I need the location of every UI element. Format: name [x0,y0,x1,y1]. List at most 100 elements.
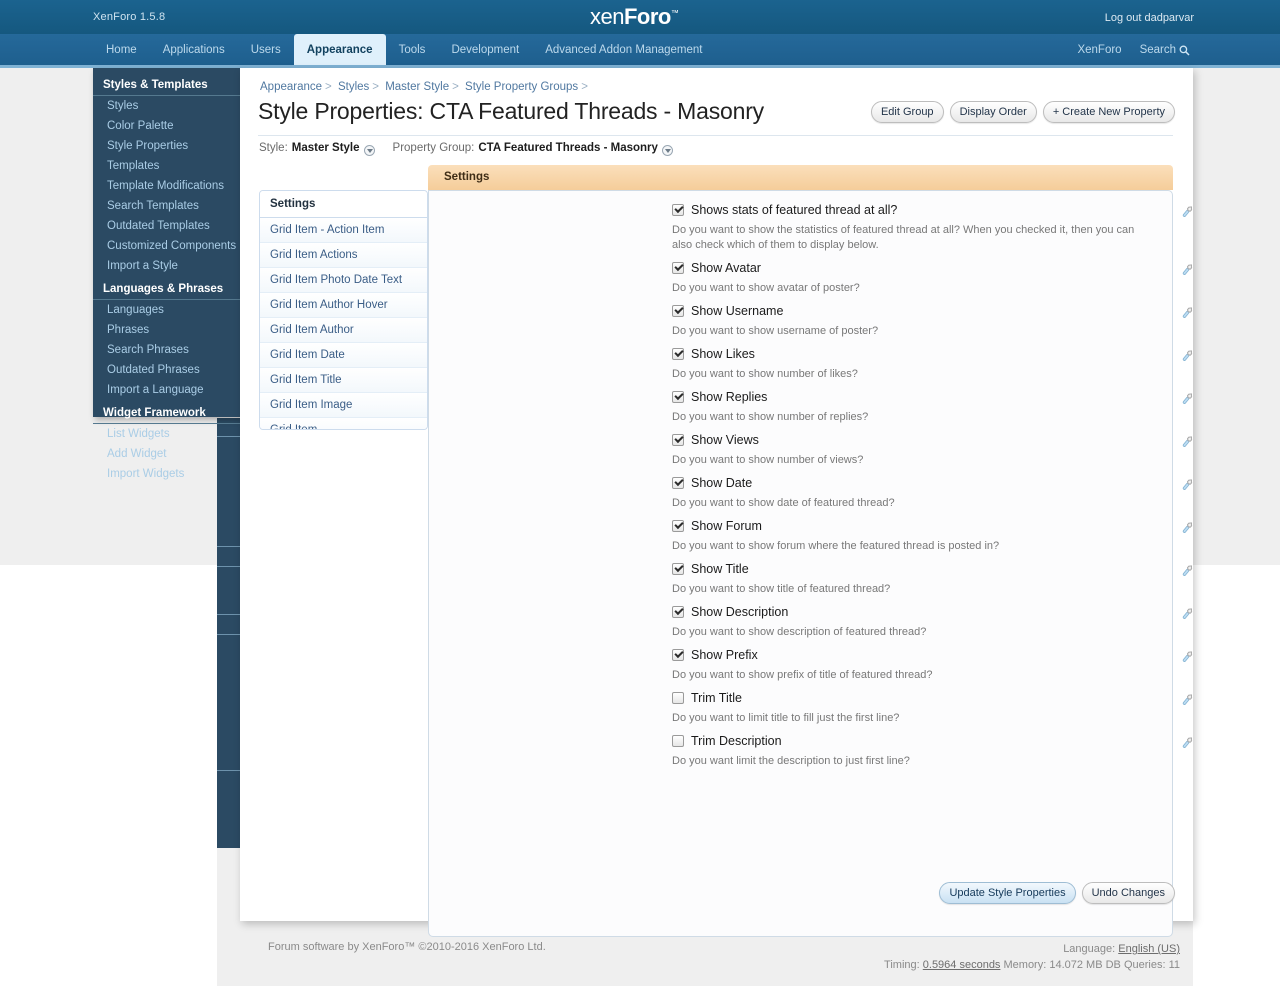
property-checkbox[interactable] [672,477,684,489]
list-item[interactable]: Grid Item Date [260,343,427,368]
nav-tab-applications[interactable]: Applications [150,34,238,65]
sidebar-item-list-widgets[interactable]: List Widgets [93,424,242,444]
sidebar-item-template-modifications[interactable]: Template Modifications [93,176,242,196]
list-item[interactable]: Grid Item [260,418,427,429]
display-order-button[interactable]: Display Order [949,101,1037,123]
screwdriver-icon[interactable] [1180,563,1195,578]
property-description: Do you want to limit title to fill just … [672,712,900,724]
screwdriver-icon[interactable] [1180,520,1195,535]
breadcrumb-item-styles[interactable]: Styles [338,81,369,93]
nav-tab-tools[interactable]: Tools [386,34,439,65]
edit-group-button[interactable]: Edit Group [870,101,944,123]
property-checkbox[interactable] [672,204,684,216]
screwdriver-icon[interactable] [1180,735,1195,750]
sidenav-group-title-languages-phrases: Languages & Phrases [93,279,242,300]
sidebar-item-import-a-style[interactable]: Import a Style [93,256,242,276]
tab-settings[interactable]: Settings [444,171,489,183]
list-item[interactable]: Grid Item Title [260,368,427,393]
sidebar-item-styles[interactable]: Styles [93,96,242,116]
update-style-properties-button[interactable]: Update Style Properties [939,882,1076,904]
property-checkbox[interactable] [672,563,684,575]
property-checkbox[interactable] [672,649,684,661]
list-item[interactable]: Grid Item Author Hover [260,293,427,318]
logo-suffix: Foro [623,4,671,29]
list-item[interactable]: Grid Item - Action Item [260,218,427,243]
sidebar-item-phrases[interactable]: Phrases [93,320,242,340]
undo-changes-button[interactable]: Undo Changes [1081,882,1175,904]
property-checkbox[interactable] [672,391,684,403]
property-checkbox[interactable] [672,520,684,532]
sidebar-item-search-phrases[interactable]: Search Phrases [93,340,242,360]
property-checkbox[interactable] [672,305,684,317]
create-new-property-button[interactable]: + Create New Property [1042,101,1175,123]
screwdriver-icon[interactable] [1180,391,1195,406]
property-label: Show Description [691,605,789,619]
property-checkbox[interactable] [672,692,684,704]
breadcrumb-item-style-property-groups[interactable]: Style Property Groups [465,81,578,93]
property-checkbox[interactable] [672,606,684,618]
sidebar-item-search-templates[interactable]: Search Templates [93,196,242,216]
list-item[interactable]: Grid Item Photo Date Text [260,268,427,293]
footer-language-link[interactable]: English (US) [1118,943,1180,955]
screwdriver-icon[interactable] [1180,262,1195,277]
property-label: Show Prefix [691,648,758,662]
logo-prefix: xen [590,4,624,29]
sidebar-item-color-palette[interactable]: Color Palette [93,116,242,136]
sidebar-item-add-widget[interactable]: Add Widget [93,444,242,464]
style-label: Style: [259,142,288,154]
sidebar-item-import-a-language[interactable]: Import a Language [93,380,242,400]
sidenav-group-title-widget-framework: Widget Framework [93,403,242,424]
property-header: Show Prefix [672,648,1172,662]
sidebar-item-templates[interactable]: Templates [93,156,242,176]
sidebar-item-outdated-phrases[interactable]: Outdated Phrases [93,360,242,380]
screwdriver-icon[interactable] [1180,348,1195,363]
list-item[interactable]: Grid Item Actions [260,243,427,268]
list-item[interactable]: Grid Item Author [260,318,427,343]
nav-tab-home[interactable]: Home [93,34,150,65]
nav-link-xenforo[interactable]: XenForo [1077,44,1121,56]
sidebar-item-style-properties[interactable]: Style Properties [93,136,242,156]
screwdriver-icon[interactable] [1180,649,1195,664]
breadcrumb-separator: > [325,81,332,93]
breadcrumb-item-master-style[interactable]: Master Style [385,81,449,93]
property-checkbox[interactable] [672,348,684,360]
logout-link[interactable]: Log out dadparvar [1105,12,1194,24]
property-checkbox[interactable] [672,262,684,274]
footer-stats: Language: English (US) Timing: 0.5964 se… [884,941,1180,973]
property-description: Do you want limit the description to jus… [672,755,910,767]
screwdriver-icon[interactable] [1180,434,1195,449]
chevron-down-icon[interactable] [661,144,673,156]
property-row: Show Date Do you want to show date of fea… [672,476,1193,519]
nav-tab-users[interactable]: Users [238,34,294,65]
property-checkbox[interactable] [672,735,684,747]
sidebar-item-languages[interactable]: Languages [93,300,242,320]
property-row: Show Likes Do you want to show number of … [672,347,1193,390]
breadcrumb-item-appearance[interactable]: Appearance [260,81,322,93]
property-header: Show Likes [672,347,1172,361]
logo-trademark: ™ [670,8,679,18]
nav-tab-list: Home Applications Users Appearance Tools… [93,34,716,65]
nav-tab-appearance[interactable]: Appearance [293,34,386,65]
screwdriver-icon[interactable] [1180,305,1195,320]
property-row: Trim Title Do you want to limit title to … [672,691,1193,734]
nav-tab-development[interactable]: Development [438,34,532,65]
chevron-down-icon[interactable] [363,144,375,156]
nav-search-label: Search [1139,43,1176,56]
sidebar-item-import-widgets[interactable]: Import Widgets [93,464,242,484]
sidebar-item-customized-components[interactable]: Customized Components [93,236,242,256]
settings-tab-strip: Settings [428,165,1173,190]
nav-link-search[interactable]: Search [1140,44,1190,56]
sidebar-item-outdated-templates[interactable]: Outdated Templates [93,216,242,236]
page-title: Style Properties: CTA Featured Threads -… [258,98,764,124]
list-item[interactable]: Grid Item Image [260,393,427,418]
property-description: Do you want to show number of likes? [672,368,858,380]
property-checkbox[interactable] [672,434,684,446]
property-group-list-header: Settings [260,191,427,218]
screwdriver-icon[interactable] [1180,477,1195,492]
footer-timing-value[interactable]: 0.5964 seconds [923,959,1001,971]
nav-tab-advanced-addon-management[interactable]: Advanced Addon Management [532,34,715,65]
screwdriver-icon[interactable] [1180,692,1195,707]
screwdriver-icon[interactable] [1180,204,1195,219]
property-description: Do you want to show number of replies? [672,411,869,423]
screwdriver-icon[interactable] [1180,606,1195,621]
